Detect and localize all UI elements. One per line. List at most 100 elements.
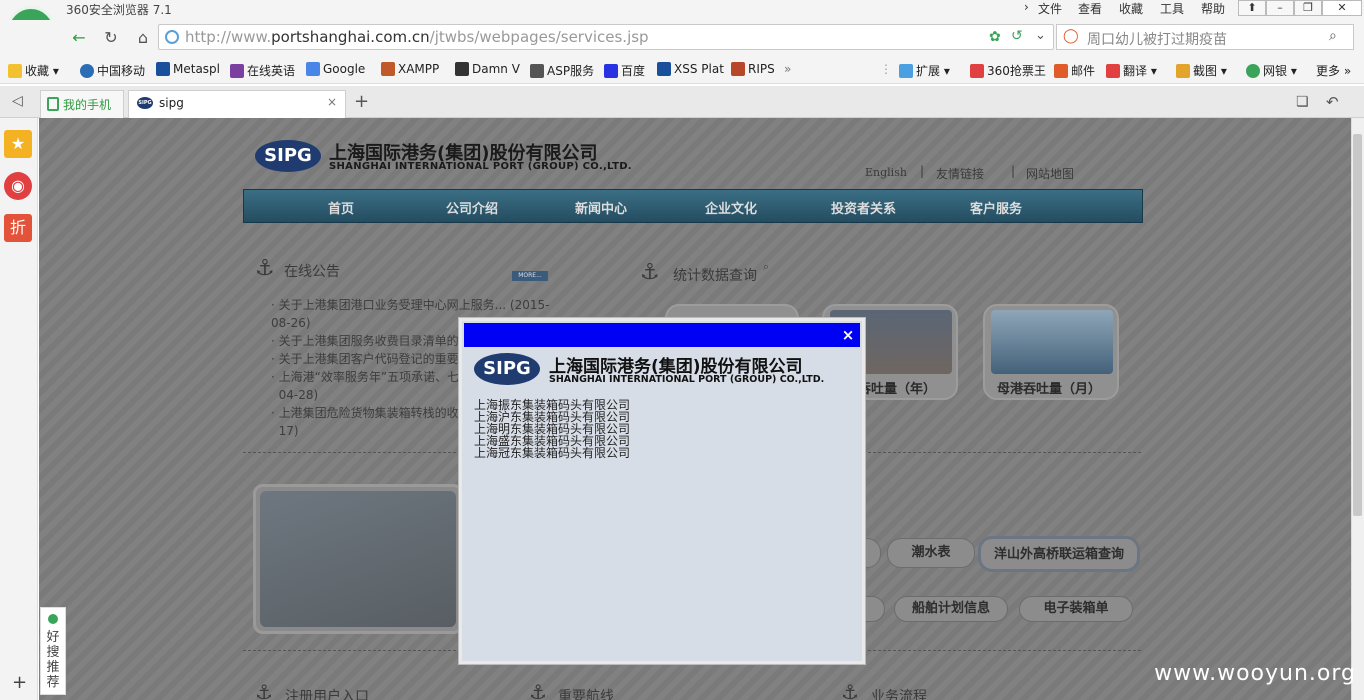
- menu-file[interactable]: 文件: [1038, 0, 1062, 17]
- tool-banking[interactable]: 网银 ▾: [1246, 62, 1297, 79]
- more-button[interactable]: MORE...: [512, 271, 548, 281]
- new-tab-icon[interactable]: +: [354, 91, 369, 112]
- dialog-line: 上海冠东集装箱码头有限公司: [474, 446, 631, 460]
- yangshan-query-button[interactable]: 洋山外高桥联运箱查询: [978, 536, 1140, 572]
- status-dot-icon: [48, 614, 58, 624]
- nav-about[interactable]: 公司介绍: [446, 198, 498, 217]
- stats-card-monthly[interactable]: 母港吞吐量（月）: [983, 304, 1119, 400]
- bookmark-google[interactable]: Google: [306, 62, 365, 76]
- google-icon: [306, 62, 320, 76]
- bookmark-china-mobile[interactable]: 中国移动: [80, 62, 145, 79]
- popup-dialog: × SIPG 上海国际港务(集团)股份有限公司 SHANGHAI INTERNA…: [459, 318, 865, 664]
- card-label: 吞吐量（年）: [858, 382, 937, 397]
- search-icon[interactable]: ⌕: [1329, 28, 1337, 44]
- tool-extensions[interactable]: 扩展 ▾: [899, 62, 950, 79]
- maximize-icon[interactable]: ❐: [1294, 0, 1322, 16]
- logo-text: SIPG: [264, 145, 312, 166]
- search-box[interactable]: ◯ 周口幼儿被打过期疫苗 ⌕: [1056, 24, 1354, 50]
- compat-mode-icon[interactable]: ↺: [1011, 28, 1023, 44]
- home-icon[interactable]: ⌂: [130, 27, 156, 49]
- crane-photo: [991, 310, 1113, 374]
- dialog-close-icon[interactable]: ×: [838, 325, 858, 345]
- undo-close-icon[interactable]: ↶: [1326, 93, 1339, 111]
- xampp-icon: [381, 62, 395, 76]
- nav-investors[interactable]: 投资者关系: [831, 198, 896, 217]
- nav-service[interactable]: 客户服务: [970, 198, 1022, 217]
- nav-home[interactable]: 首页: [328, 198, 354, 217]
- logo-text: SIPG: [483, 358, 531, 379]
- tide-table-button[interactable]: 潮水表: [887, 538, 975, 568]
- favorites-star-icon[interactable]: ★: [4, 130, 32, 158]
- tab-my-phone[interactable]: 我的手机: [40, 90, 124, 118]
- tab-label: sipg: [159, 96, 184, 110]
- close-window-icon[interactable]: ✕: [1322, 0, 1362, 16]
- routes-title: 重要航线: [558, 689, 614, 700]
- e-packing-button[interactable]: 电子装箱单: [1019, 596, 1133, 622]
- bookmark-english[interactable]: 在线英语: [230, 62, 295, 79]
- nav-news[interactable]: 新闻中心: [575, 198, 627, 217]
- skin-icon[interactable]: ⬆: [1238, 0, 1266, 16]
- scrollbar-thumb[interactable]: [1353, 134, 1362, 516]
- stats-title: 统计数据查询: [673, 268, 757, 284]
- dialog-titlebar[interactable]: ×: [464, 323, 860, 347]
- url-text[interactable]: http://www.portshanghai.com.cn/jtwbs/web…: [185, 28, 649, 46]
- anchor-icon: ⚓: [841, 680, 859, 700]
- nav-culture[interactable]: 企业文化: [705, 198, 757, 217]
- tab-list-icon[interactable]: ❏: [1296, 94, 1309, 110]
- tool-tickets[interactable]: 360抢票王: [970, 62, 1046, 79]
- mail-icon: [1054, 64, 1068, 78]
- add-sidebar-icon[interactable]: +: [12, 672, 27, 693]
- menu-help[interactable]: 帮助: [1201, 0, 1225, 17]
- tab-sipg[interactable]: SIPG sipg ×: [128, 90, 346, 118]
- refresh-icon[interactable]: ↻: [98, 27, 124, 49]
- globe-icon: [165, 30, 179, 44]
- translate-icon: [1106, 64, 1120, 78]
- search-input[interactable]: 周口幼儿被打过期疫苗: [1087, 29, 1227, 49]
- secure-icon[interactable]: ✿: [989, 29, 1001, 45]
- dialog-logo: SIPG: [474, 353, 540, 385]
- bookmark-rips[interactable]: RIPS: [731, 62, 775, 76]
- site-logo[interactable]: SIPG: [255, 140, 321, 172]
- bookmark-asp[interactable]: ASP服务: [530, 62, 594, 79]
- left-sidebar: [0, 118, 38, 700]
- search-engine-icon[interactable]: ◯: [1063, 28, 1079, 44]
- bookmark-xampp[interactable]: XAMPP: [381, 62, 439, 76]
- bookmarks-more[interactable]: »: [784, 62, 791, 76]
- ship-plan-button[interactable]: 船舶计划信息: [894, 596, 1008, 622]
- tool-translate[interactable]: 翻译 ▾: [1106, 62, 1157, 79]
- dropdown-icon[interactable]: ⌄: [1035, 28, 1046, 43]
- menu-favorites[interactable]: 收藏: [1119, 0, 1143, 17]
- search-icon[interactable]: ⌕: [763, 260, 769, 274]
- bookmark-dvwa[interactable]: Damn V: [455, 62, 520, 76]
- weibo-icon[interactable]: ◉: [4, 172, 32, 200]
- back-icon[interactable]: ←: [66, 27, 92, 49]
- extensions-icon: [899, 64, 913, 78]
- recommend-panel[interactable]: 好搜推荐: [40, 607, 66, 695]
- menu-tools[interactable]: 工具: [1160, 0, 1184, 17]
- bookmark-xss-platform[interactable]: XSS Plat: [657, 62, 724, 76]
- link-english[interactable]: English: [865, 166, 907, 179]
- link-friends[interactable]: 友情链接: [936, 165, 984, 182]
- menu-view[interactable]: 查看: [1078, 0, 1102, 17]
- tab-label: 我的手机: [63, 98, 112, 112]
- collapse-sidebar-icon[interactable]: ◁: [12, 93, 23, 109]
- bookmark-favorites[interactable]: 收藏 ▾: [8, 62, 59, 79]
- close-tab-icon[interactable]: ×: [327, 95, 337, 109]
- recommend-label: 好搜推荐: [46, 630, 60, 690]
- ship-photo: [260, 491, 456, 627]
- tool-mail[interactable]: 邮件: [1054, 62, 1095, 79]
- bookmark-metasploit[interactable]: Metaspl: [156, 62, 220, 76]
- address-bar[interactable]: http://www.portshanghai.com.cn/jtwbs/web…: [158, 24, 1054, 50]
- anchor-icon: ⚓: [255, 680, 273, 700]
- url-prefix: http://www.: [185, 28, 272, 46]
- tool-screenshot[interactable]: 截图 ▾: [1176, 62, 1227, 79]
- link-sitemap[interactable]: 网站地图: [1026, 165, 1074, 182]
- bookmark-baidu[interactable]: 百度: [604, 62, 645, 79]
- anchor-icon: ⚓: [529, 680, 547, 700]
- tool-more[interactable]: 更多 »: [1316, 62, 1351, 79]
- asp-icon: [530, 64, 544, 78]
- minimize-icon[interactable]: –: [1266, 0, 1294, 16]
- company-name-en: SHANGHAI INTERNATIONAL PORT (GROUP) CO.,…: [329, 161, 632, 172]
- menu-chevron-icon[interactable]: ›: [1024, 0, 1029, 14]
- discount-icon[interactable]: 折: [4, 214, 32, 242]
